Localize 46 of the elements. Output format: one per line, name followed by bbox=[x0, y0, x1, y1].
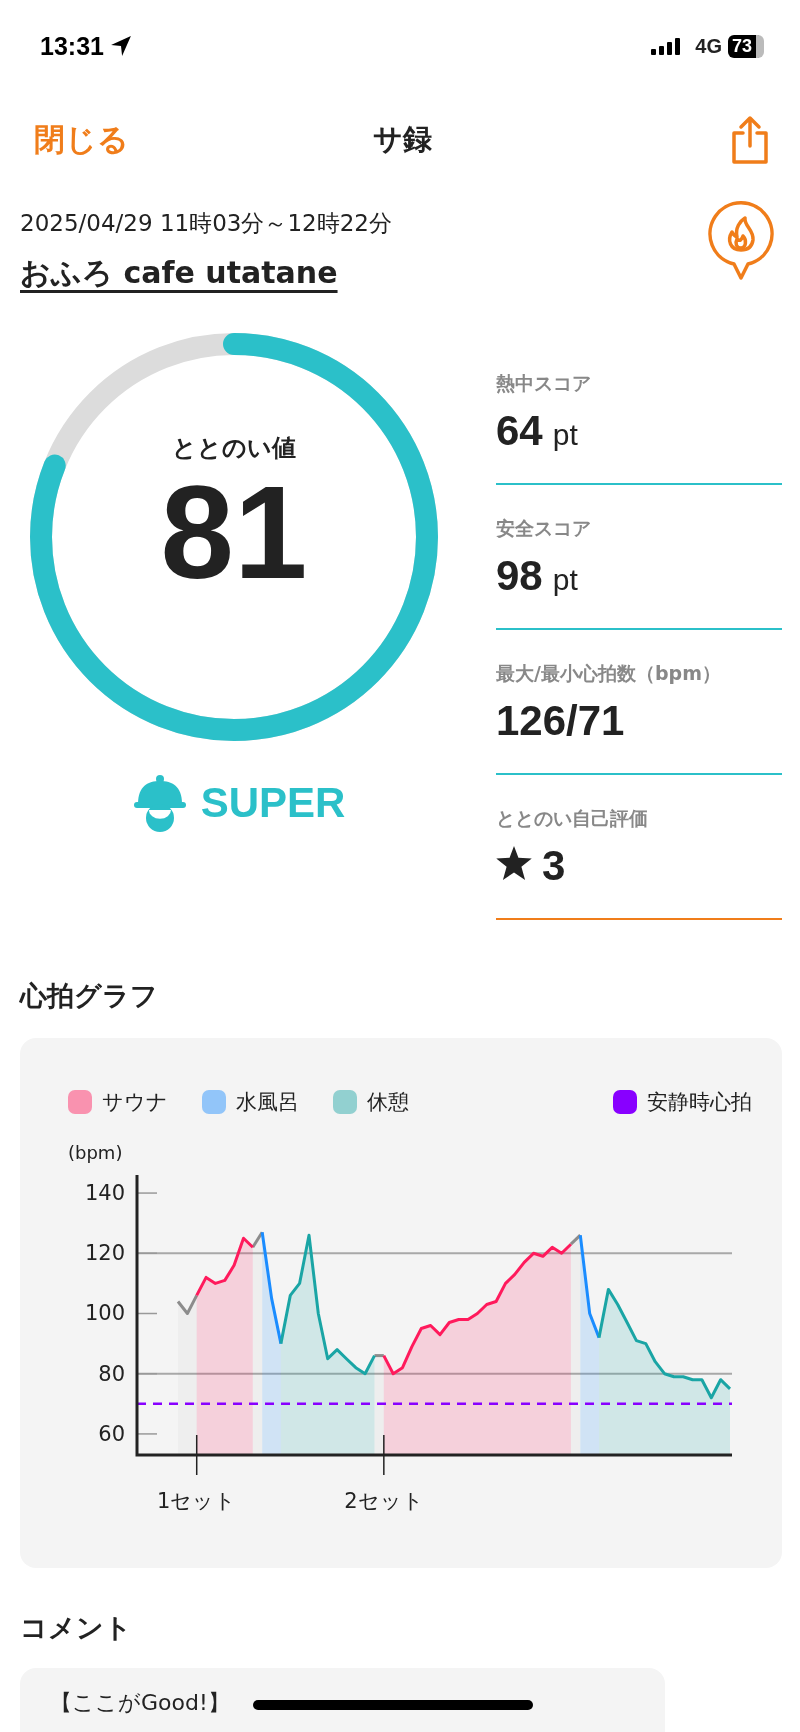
tick-mark bbox=[136, 1433, 158, 1435]
y-tick-label: 80 bbox=[98, 1361, 125, 1386]
score-label: ととのい値 bbox=[172, 432, 296, 464]
stat-label: 最大/最小心拍数（bpm） bbox=[496, 660, 722, 686]
stat-label: ととのい自己評価 bbox=[496, 805, 649, 831]
section-title: 心拍グラフ bbox=[18, 979, 159, 1013]
network-label: 4G bbox=[695, 34, 722, 58]
battery-indicator: 73 bbox=[727, 34, 764, 58]
stat-unit: pt bbox=[552, 562, 578, 597]
y-tick-label: 120 bbox=[84, 1241, 125, 1266]
stat-label: 安全スコア bbox=[496, 515, 592, 541]
tick-mark bbox=[383, 1434, 385, 1476]
y-tick-label: 140 bbox=[84, 1181, 125, 1206]
tick-mark bbox=[136, 1252, 158, 1255]
y-tick-label: 60 bbox=[98, 1421, 125, 1446]
location-arrow-icon bbox=[109, 35, 132, 57]
page-title: サ録 bbox=[372, 121, 432, 158]
venue-link[interactable]: おふろ cafe utatane bbox=[20, 253, 338, 294]
mascot-icon bbox=[132, 774, 187, 832]
tick-mark bbox=[136, 1312, 158, 1315]
tick-mark bbox=[136, 1192, 158, 1194]
rating-value: 3 bbox=[542, 841, 566, 890]
x-tick-label: 2セット bbox=[344, 1489, 424, 1513]
stat-label: 熱中スコア bbox=[496, 370, 592, 396]
tick-mark bbox=[195, 1434, 198, 1476]
share-icon[interactable] bbox=[730, 115, 770, 165]
stat-unit: pt bbox=[552, 417, 578, 452]
stat-value: 64 bbox=[496, 406, 543, 455]
legend-label: 安静時心拍 bbox=[647, 1089, 752, 1116]
x-tick-label: 1セット bbox=[157, 1489, 237, 1513]
comment-text: 【ここがGood!】 bbox=[50, 1690, 230, 1715]
stat-value: 98 bbox=[496, 551, 543, 600]
session-datetime: 2025/04/29 11時03分～12時22分 bbox=[20, 209, 392, 238]
section-title: コメント bbox=[19, 1611, 133, 1645]
star-icon bbox=[496, 845, 532, 880]
score-value: 81 bbox=[160, 463, 308, 603]
rank-label: SUPER bbox=[200, 779, 346, 827]
y-tick-label: 100 bbox=[84, 1301, 125, 1326]
clock: 13:31 bbox=[40, 31, 104, 61]
y-axis-title: (bpm) bbox=[68, 1142, 123, 1163]
stat-value: 126/71 bbox=[496, 696, 625, 745]
tick-mark bbox=[136, 1372, 158, 1375]
legend-label: 休憩 bbox=[367, 1089, 409, 1116]
legend-label: サウナ bbox=[102, 1089, 168, 1116]
flame-pin-icon[interactable] bbox=[706, 198, 776, 282]
legend-label: 水風呂 bbox=[236, 1089, 299, 1116]
